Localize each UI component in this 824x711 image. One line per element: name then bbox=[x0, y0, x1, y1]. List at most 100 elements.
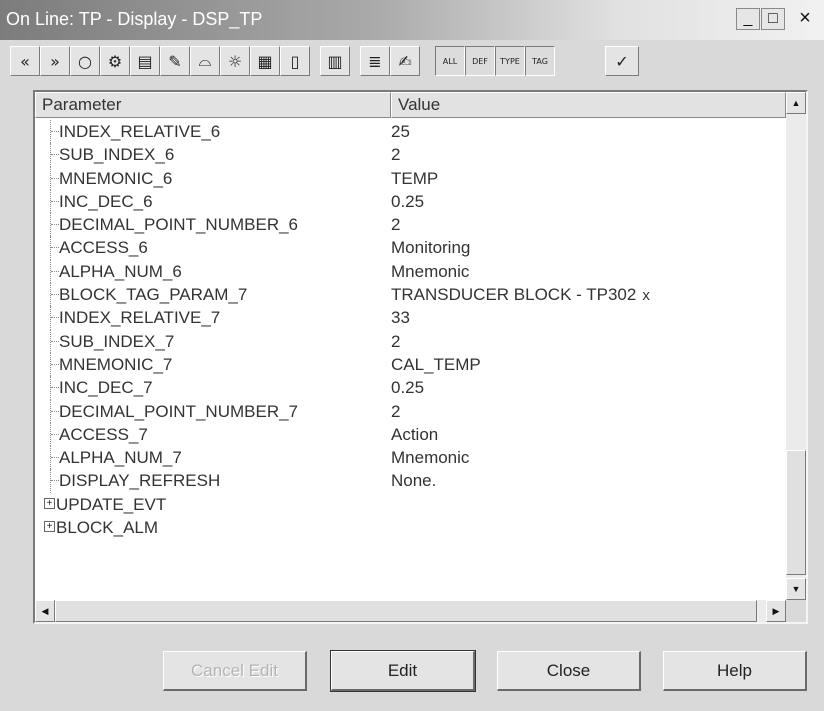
wrench-icon[interactable]: ✎ bbox=[160, 46, 190, 76]
tree-connector-tick bbox=[51, 317, 59, 319]
parameter-value-text: Mnemonic bbox=[391, 261, 470, 281]
horizontal-scrollbar[interactable]: ◀ ▶ bbox=[35, 600, 786, 622]
tree-connector-tick bbox=[51, 480, 59, 482]
table-row[interactable]: ALPHA_NUM_6 Mnemonic bbox=[35, 259, 786, 284]
parameter-name: DECIMAL_POINT_NUMBER_6 bbox=[59, 215, 299, 235]
circle-icon[interactable]: ○ bbox=[70, 46, 100, 76]
gear-icon[interactable]: ⚙ bbox=[100, 46, 130, 76]
window-title: On Line: TP - Display - DSP_TP bbox=[6, 9, 263, 29]
parameter-name: DISPLAY_REFRESH bbox=[59, 471, 221, 491]
type-icon[interactable]: TYPE bbox=[495, 46, 525, 76]
write-icon[interactable]: ✍ bbox=[390, 46, 420, 76]
parameter-value[interactable]: Monitoring bbox=[391, 238, 470, 258]
table-row[interactable]: DECIMAL_POINT_NUMBER_7 2 bbox=[35, 399, 786, 423]
parameter-value-text: CAL_TEMP bbox=[391, 354, 481, 374]
expand-icon[interactable]: + bbox=[44, 497, 55, 509]
parameter-value[interactable]: 2 bbox=[391, 332, 400, 352]
table-row[interactable]: MNEMONIC_6 TEMP bbox=[35, 166, 786, 190]
parameter-value[interactable]: None. bbox=[391, 471, 436, 491]
block-icon[interactable]: ▤ bbox=[130, 46, 160, 76]
toolbar: «» ○ ⚙ ▤ ✎ ⌓ ☼ ▦ ▯ ▥ ≣ ✍ ALL DEF TYPE TAG ✓ bbox=[10, 40, 820, 80]
nav-first-icon[interactable]: « bbox=[10, 46, 40, 76]
table-row[interactable]: DISPLAY_REFRESH None. bbox=[35, 469, 786, 493]
parameter-name: INC_DEC_7 bbox=[59, 378, 153, 398]
vertical-scrollbar[interactable]: ▲ ▼ bbox=[786, 92, 806, 600]
tree-connector-tick bbox=[51, 363, 59, 365]
table-row[interactable]: SUB_INDEX_6 2 bbox=[35, 143, 786, 167]
tree-connector-tick bbox=[51, 457, 59, 459]
table-row[interactable]: SUB_INDEX_7 2 bbox=[35, 329, 786, 353]
close-button[interactable]: Close bbox=[497, 651, 641, 691]
dmf-icon[interactable]: ▥ bbox=[320, 46, 350, 76]
parameter-name: BLOCK_TAG_PARAM_7 bbox=[59, 285, 248, 305]
close-window-button[interactable]: × bbox=[788, 8, 822, 30]
tag-icon[interactable]: TAG bbox=[525, 46, 555, 76]
parameter-name: ALPHA_NUM_6 bbox=[59, 261, 182, 281]
column-header-parameter[interactable]: Parameter bbox=[35, 92, 391, 118]
check-icon[interactable]: ✓ bbox=[605, 46, 639, 76]
table-row[interactable]: MNEMONIC_7 CAL_TEMP bbox=[35, 352, 786, 377]
column-header-value[interactable]: Value bbox=[391, 92, 786, 118]
parameter-value[interactable]: 2 bbox=[391, 402, 400, 422]
scroll-right-button[interactable]: ▶ bbox=[766, 600, 786, 622]
table-row[interactable]: ACCESS_7 Action bbox=[35, 422, 786, 447]
parameter-value-text: 33 bbox=[391, 308, 410, 328]
nav-next-icon[interactable]: » bbox=[40, 46, 70, 76]
expand-icon[interactable]: + bbox=[44, 521, 55, 533]
tree-group-row[interactable]: + BLOCK_ALM bbox=[35, 516, 786, 539]
dialog-window: On Line: TP - Display - DSP_TP _ □ × «» ○… bbox=[0, 0, 824, 711]
parameter-tree-panel: Parameter Value INDEX_RELATIVE_6 25 SUB_IN… bbox=[33, 90, 808, 624]
calculator-icon[interactable]: ▦ bbox=[250, 46, 280, 76]
list-icon[interactable]: ≣ bbox=[360, 46, 390, 76]
parameter-value[interactable]: Mnemonic bbox=[391, 448, 469, 468]
group-name: BLOCK_ALM bbox=[56, 518, 159, 538]
tree-connector-tick bbox=[51, 294, 59, 296]
maximize-button[interactable]: □ bbox=[761, 8, 785, 30]
tree-group-row[interactable]: + UPDATE_EVT bbox=[35, 493, 786, 516]
horizontal-scroll-thumb[interactable] bbox=[55, 600, 757, 622]
vertical-scroll-thumb[interactable] bbox=[786, 450, 806, 575]
tree-connector-tick bbox=[51, 387, 59, 389]
table-row[interactable]: INC_DEC_6 0.25 bbox=[35, 189, 786, 214]
tree-connector-tick bbox=[51, 247, 59, 249]
scrollbar-corner bbox=[786, 600, 806, 622]
parameter-value-text: Monitoring bbox=[391, 238, 471, 258]
dome-icon[interactable]: ⌓ bbox=[190, 46, 220, 76]
parameter-value[interactable]: TEMP bbox=[391, 169, 438, 189]
parameter-name: MNEMONIC_6 bbox=[59, 168, 173, 188]
table-row[interactable]: INC_DEC_7 0.25 bbox=[35, 376, 786, 400]
parameter-value[interactable]: 2 bbox=[391, 145, 400, 165]
table-row[interactable]: BLOCK_TAG_PARAM_7 TRANSDUCER BLOCK - TP30… bbox=[35, 283, 786, 307]
parameter-value[interactable]: 0.25 bbox=[391, 378, 424, 398]
all-icon[interactable]: ALL bbox=[435, 46, 465, 76]
parameter-value[interactable]: 0.25 bbox=[391, 192, 424, 212]
help-button[interactable]: Help bbox=[663, 651, 807, 691]
parameter-value[interactable]: CAL_TEMP bbox=[391, 355, 481, 375]
parameter-value-text: 25 bbox=[391, 122, 410, 141]
parameter-value[interactable]: Action bbox=[391, 425, 438, 445]
table-row[interactable]: ACCESS_6 Monitoring bbox=[35, 236, 786, 260]
parameter-value[interactable]: 25 bbox=[391, 122, 410, 142]
table-row[interactable]: DECIMAL_POINT_NUMBER_6 2 bbox=[35, 213, 786, 237]
table-row[interactable]: ALPHA_NUM_7 Mnemonic bbox=[35, 446, 786, 470]
minimize-button[interactable]: _ bbox=[736, 8, 760, 30]
document-icon[interactable]: ▯ bbox=[280, 46, 310, 76]
parameter-value[interactable]: 2 bbox=[391, 215, 400, 235]
parameter-value[interactable]: 33 bbox=[391, 308, 410, 328]
parameter-value-text: 2 bbox=[391, 331, 401, 351]
def-icon[interactable]: DEF bbox=[465, 46, 495, 76]
scroll-left-button[interactable]: ◀ bbox=[35, 600, 55, 622]
edit-button[interactable]: Edit bbox=[330, 650, 476, 692]
cancel-edit-button[interactable]: Cancel Edit bbox=[163, 651, 307, 691]
table-row[interactable]: INDEX_RELATIVE_7 33 bbox=[35, 306, 786, 330]
bulb-icon[interactable]: ☼ bbox=[220, 46, 250, 76]
parameter-value-text: Mnemonic bbox=[391, 448, 470, 468]
scroll-down-button[interactable]: ▼ bbox=[786, 578, 806, 600]
table-row[interactable]: INDEX_RELATIVE_6 25 bbox=[35, 120, 786, 144]
tree-connector-tick bbox=[51, 270, 59, 272]
parameter-value[interactable]: TRANSDUCER BLOCK - TP302 x bbox=[391, 285, 650, 305]
parameter-name: ACCESS_7 bbox=[59, 424, 148, 444]
scroll-up-button[interactable]: ▲ bbox=[786, 92, 806, 114]
title-bar[interactable]: On Line: TP - Display - DSP_TP _ □ × bbox=[0, 0, 824, 40]
parameter-value[interactable]: Mnemonic bbox=[391, 262, 469, 282]
